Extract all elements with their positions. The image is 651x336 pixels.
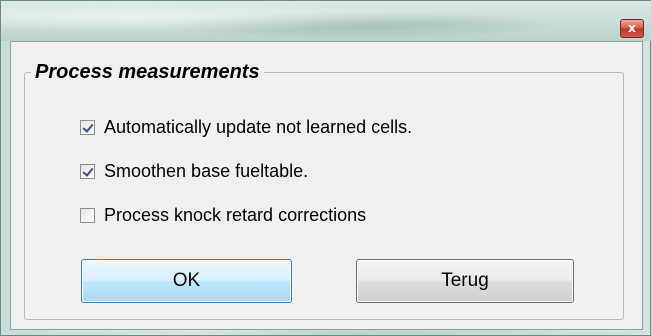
dialog-client-area: Process measurements Automatically updat…: [10, 41, 643, 330]
back-button[interactable]: Terug: [356, 259, 574, 303]
smoothen-fueltable-label: Smoothen base fueltable.: [104, 160, 309, 181]
close-button[interactable]: x: [620, 19, 644, 38]
knock-retard-checkbox[interactable]: [80, 207, 95, 223]
close-icon: x: [628, 21, 636, 35]
back-button-label: Terug: [441, 270, 489, 291]
dialog-window: x Process measurements Automatically upd…: [0, 0, 651, 336]
option-knock-retard[interactable]: Process knock retard corrections: [80, 203, 366, 227]
knock-retard-label: Process knock retard corrections: [104, 204, 367, 225]
ok-button-label: OK: [172, 270, 201, 291]
auto-update-label: Automatically update not learned cells.: [104, 116, 413, 137]
auto-update-checkbox[interactable]: [80, 119, 95, 135]
option-smoothen-fueltable[interactable]: Smoothen base fueltable.: [80, 159, 308, 183]
group-title: Process measurements: [31, 60, 264, 84]
title-bar[interactable]: x: [1, 1, 651, 41]
ok-button[interactable]: OK: [81, 259, 292, 303]
option-auto-update[interactable]: Automatically update not learned cells.: [80, 115, 412, 139]
smoothen-fueltable-checkbox[interactable]: [80, 163, 95, 179]
